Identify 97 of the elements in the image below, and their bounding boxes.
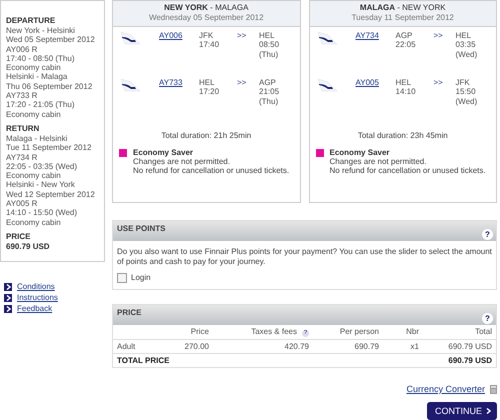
- chevron-icon: [4, 282, 12, 290]
- itinerary-line: AY006 R: [6, 44, 38, 54]
- journey-date: Wednesday 05 September 2012: [148, 13, 265, 23]
- flight-number-link[interactable]: AY733: [159, 78, 182, 87]
- table-cell: 270.00: [153, 339, 213, 353]
- airport-code: HEL: [199, 78, 216, 88]
- currency-converter-link[interactable]: Currency Converter: [406, 384, 485, 394]
- chevron-icon: [4, 304, 12, 312]
- login-checkbox[interactable]: [117, 273, 127, 283]
- departure-time: 22:05: [396, 40, 417, 50]
- itinerary-line: Helsinki - New York: [6, 180, 76, 190]
- flight-number-link[interactable]: AY734: [356, 31, 379, 40]
- airport-code: HEL: [456, 31, 472, 40]
- itinerary-line: Economy cabin: [6, 218, 62, 227]
- total-duration: Total duration: 23h 45min: [356, 131, 449, 140]
- airport-code: HEL: [396, 78, 412, 88]
- itinerary-line: New York - Helsinki: [6, 26, 76, 36]
- arrival-day: (Thu): [259, 96, 296, 106]
- itinerary-line: Malaga - Helsinki: [6, 134, 68, 144]
- itinerary-line: Thu 06 September 2012: [6, 82, 94, 92]
- journey-date: Tuesday 11 September 2012: [350, 13, 455, 23]
- itinerary-line: 17:20 - 21:05 (Thu): [6, 100, 76, 110]
- fare-rule: Changes are not permitted.: [330, 157, 428, 166]
- column-header: Nbr: [405, 326, 420, 338]
- column-header: Price: [190, 326, 210, 338]
- arrival-day: (Wed): [456, 50, 492, 59]
- airline-tail-icon: [119, 78, 141, 92]
- fare-name: Economy Saver: [330, 148, 391, 157]
- itinerary-line: AY734 R: [6, 152, 38, 162]
- sidebar-link[interactable]: Feedback: [17, 304, 52, 313]
- arrival-time: 03:35: [456, 40, 477, 50]
- row-label: Adult: [113, 339, 153, 353]
- itinerary-line: 22:05 - 03:35 (Wed): [6, 162, 78, 172]
- arrival-day: (Thu): [259, 50, 296, 59]
- sidebar-link[interactable]: Instructions: [17, 293, 58, 302]
- section-heading: PRICE: [6, 232, 32, 242]
- itinerary-line: Wed 05 September 2012: [6, 35, 96, 45]
- column-header: Per person: [338, 326, 380, 338]
- price-total: 690.79 USD: [6, 242, 51, 252]
- panel-title: USE POINTS: [117, 224, 166, 235]
- section-heading: DEPARTURE: [6, 16, 56, 26]
- section-heading: RETURN: [6, 124, 40, 134]
- chevron-icon: [4, 294, 12, 302]
- column-header: Total: [474, 326, 493, 338]
- itinerary-line: 17:40 - 08:50 (Thu): [6, 54, 76, 64]
- departure-time: 17:40: [199, 40, 220, 50]
- total-label: TOTAL PRICE: [113, 353, 313, 367]
- chevron-icon: [486, 408, 491, 414]
- route-title: NEW YORK - MALAGA: [163, 3, 250, 13]
- airline-tail-icon: [119, 31, 141, 45]
- airport-code: JFK: [199, 31, 214, 40]
- calculator-icon: [490, 384, 497, 394]
- table-cell: 420.79: [213, 339, 313, 353]
- login-label: Login: [131, 273, 151, 283]
- airport-code: HEL: [259, 31, 276, 40]
- arrival-time: 08:50: [259, 40, 280, 50]
- departure-time: 14:10: [396, 87, 417, 97]
- itinerary-line: AY005 R: [6, 199, 38, 208]
- arrival-time: 21:05: [259, 87, 280, 97]
- airport-code: AGP: [259, 78, 277, 88]
- help-button[interactable]: ?: [482, 229, 493, 240]
- itinerary-line: Economy cabin: [6, 171, 62, 180]
- arrow-glyph: >>: [434, 78, 443, 87]
- arrow-glyph: >>: [237, 78, 246, 87]
- total-duration: Total duration: 21h 25min: [160, 131, 252, 140]
- table-cell: 690.79: [313, 339, 383, 353]
- flight-number-link[interactable]: AY005: [356, 78, 379, 87]
- arrow-glyph: >>: [434, 31, 443, 40]
- itinerary-line: Economy cabin: [6, 110, 62, 119]
- table-cell: x1: [383, 339, 423, 353]
- table-cell: 690.79 USD: [423, 339, 496, 353]
- total-value: 690.79 USD: [313, 353, 496, 367]
- arrival-time: 15:50: [456, 87, 477, 97]
- itinerary-line: Economy cabin: [6, 63, 62, 72]
- airport-code: JFK: [456, 78, 471, 88]
- route-title: MALAGA - NEW YORK: [358, 3, 447, 13]
- help-button[interactable]: ?: [482, 313, 493, 324]
- airline-tail-icon: [316, 31, 338, 45]
- itinerary-line: Helsinki - Malaga: [6, 72, 68, 82]
- airline-tail-icon: [316, 78, 338, 92]
- fare-rule: Changes are not permitted.: [133, 157, 231, 166]
- use-points-text: Do you also want to use Finnair Plus points for your payment? You can use the slider to select the amount of points and cash to pay for your journey.: [117, 247, 492, 267]
- itinerary-line: Tue 11 September 2012: [6, 143, 92, 153]
- flight-number-link[interactable]: AY006: [159, 31, 182, 40]
- itinerary-line: AY733 R: [6, 91, 38, 100]
- itinerary-line: 14:10 - 15:50 (Wed): [6, 208, 78, 218]
- arrival-day: (Wed): [456, 96, 492, 106]
- arrow-glyph: >>: [237, 31, 246, 40]
- panel-title: PRICE: [117, 308, 142, 319]
- itinerary-line: Wed 12 September 2012: [6, 190, 96, 200]
- sidebar-link[interactable]: Conditions: [17, 282, 55, 291]
- departure-time: 17:20: [199, 87, 220, 97]
- airport-code: AGP: [396, 31, 414, 40]
- fare-rule: No refund for cancellation or unused tickets.: [133, 166, 290, 175]
- fare-rule: No refund for cancellation or unused tickets.: [330, 166, 486, 175]
- continue-button[interactable]: CONTINUE: [427, 402, 497, 420]
- fare-name: Economy Saver: [133, 148, 194, 157]
